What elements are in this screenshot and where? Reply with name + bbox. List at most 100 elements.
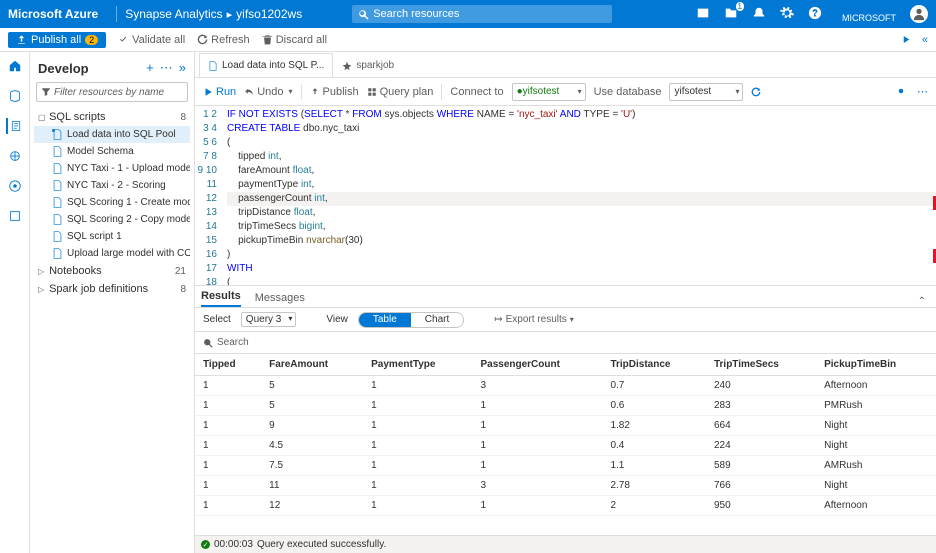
rail-develop[interactable] (6, 118, 22, 134)
export-results-button[interactable]: ↦ Export results (494, 314, 574, 325)
add-resource-button[interactable]: + (146, 60, 154, 76)
avatar[interactable] (910, 5, 928, 23)
divider (116, 6, 117, 22)
connect-label: Connect to (450, 86, 503, 98)
check-icon (118, 34, 129, 45)
sql-item-5[interactable]: SQL Scoring 2 - Copy model into mo... (34, 211, 190, 228)
refresh-button[interactable]: Refresh (197, 34, 250, 46)
table-row[interactable]: 111132.78766Night (195, 476, 936, 496)
col-header[interactable]: PickupTimeBin (816, 354, 936, 376)
sql-file-icon (52, 248, 63, 259)
group-notebooks[interactable]: ▷ Notebooks21 (34, 262, 190, 280)
table-row[interactable]: 19111.82664Night (195, 416, 936, 436)
col-header[interactable]: TripDistance (602, 354, 706, 376)
search-placeholder: Search resources (373, 8, 459, 20)
sql-item-2[interactable]: NYC Taxi - 1 - Upload model (34, 160, 190, 177)
settings-icon[interactable] (780, 6, 794, 23)
develop-sidebar: Develop + ⋯ » Filter resources by name ▢… (30, 52, 195, 553)
rail-monitor[interactable] (7, 178, 23, 194)
table-row[interactable]: 14.5110.4224Night (195, 436, 936, 456)
workspace-toolbar: Publish all 2 Validate all Refresh Disca… (0, 28, 936, 52)
help-icon[interactable] (808, 6, 822, 23)
sql-item-1[interactable]: Model Schema (34, 143, 190, 160)
table-row[interactable]: 17.5111.1589AMRush (195, 456, 936, 476)
run-all-icon[interactable] (901, 34, 912, 45)
sidebar-expand-button[interactable]: » (179, 60, 186, 76)
publish-button[interactable]: Publish (310, 86, 359, 98)
refresh-icon (197, 34, 208, 45)
status-bar: ✓ 00:00:03 Query executed successfully. (195, 535, 936, 553)
sql-scripts-tree: Load data into SQL Pool Model Schema NYC… (34, 126, 190, 262)
sql-file-icon (52, 197, 63, 208)
publish-count-badge: 2 (85, 35, 98, 45)
run-button[interactable]: Run (203, 86, 236, 98)
sql-file-icon (52, 231, 63, 242)
select-label: Select (203, 314, 231, 325)
rail-data[interactable] (7, 88, 23, 104)
status-msg: Query executed successfully. (257, 539, 386, 550)
undo-button[interactable]: Undo▾ (244, 86, 292, 98)
search-icon (203, 338, 213, 348)
collapse-results-icon[interactable]: ⌃ (918, 296, 926, 307)
results-search[interactable]: Search (195, 332, 936, 354)
sql-editor[interactable]: 1 2 3 4 5 6 7 8 9 10 11 12 13 14 15 16 1… (195, 106, 936, 286)
validate-all-button[interactable]: Validate all (118, 34, 185, 46)
sql-item-3[interactable]: NYC Taxi - 2 - Scoring (34, 177, 190, 194)
sql-file-icon (52, 146, 63, 157)
rail-manage[interactable] (7, 208, 23, 224)
discard-all-button[interactable]: Discard all (262, 34, 327, 46)
sql-item-6[interactable]: SQL script 1 (34, 228, 190, 245)
query-actionbar: Run Undo▾ Publish Query plan Connect to … (195, 78, 936, 106)
sql-file-icon (52, 163, 63, 174)
col-header[interactable]: PassengerCount (472, 354, 602, 376)
sql-file-icon (52, 129, 63, 140)
sql-file-icon (208, 61, 218, 71)
table-row[interactable]: 112112950Afternoon (195, 496, 936, 516)
sidebar-more-button[interactable]: ⋯ (160, 60, 173, 76)
col-header[interactable]: PaymentType (363, 354, 472, 376)
group-sql-scripts[interactable]: ▢ SQL scripts8 (34, 108, 190, 126)
tab-1[interactable]: sparkjob (333, 53, 403, 77)
view-segmented[interactable]: Table Chart (358, 312, 464, 328)
brand[interactable]: Microsoft Azure (8, 7, 98, 21)
db-label: Use database (594, 86, 662, 98)
breadcrumb-workspace[interactable]: yifso1202ws (236, 7, 302, 21)
table-row[interactable]: 15110.6283PMRush (195, 396, 936, 416)
tab-0[interactable]: Load data into SQL P... (199, 53, 333, 77)
rail-integrate[interactable] (7, 148, 23, 164)
spark-icon (342, 61, 352, 71)
results-tab[interactable]: Results (201, 290, 241, 307)
sql-item-0[interactable]: Load data into SQL Pool (34, 126, 190, 143)
directory-icon[interactable]: 1 (724, 6, 738, 23)
col-header[interactable]: Tipped (195, 354, 261, 376)
use-database-select[interactable]: yifsotest (669, 83, 743, 101)
account-label[interactable]: MICROSOFT (842, 6, 896, 23)
rail-home[interactable] (7, 58, 23, 74)
collapse-panel-icon[interactable]: « (922, 34, 928, 46)
cloud-shell-icon[interactable] (696, 6, 710, 23)
sql-item-4[interactable]: SQL Scoring 1 - Create model table (34, 194, 190, 211)
messages-tab[interactable]: Messages (255, 292, 305, 307)
results-table[interactable]: TippedFareAmountPaymentTypePassengerCoun… (195, 354, 936, 535)
notifications-icon[interactable] (752, 6, 766, 23)
refresh-icon (751, 87, 761, 97)
refresh-db-button[interactable] (751, 87, 761, 97)
settings-icon[interactable] (895, 85, 907, 97)
query-plan-button[interactable]: Query plan (367, 86, 434, 98)
more-icon[interactable]: ⋯ (917, 85, 928, 98)
breadcrumb-service[interactable]: Synapse Analytics (125, 7, 222, 21)
seg-table[interactable]: Table (359, 313, 411, 327)
publish-all-button[interactable]: Publish all 2 (8, 32, 106, 48)
col-header[interactable]: TripTimeSecs (706, 354, 816, 376)
seg-chart[interactable]: Chart (411, 313, 463, 327)
view-label: View (326, 314, 348, 325)
col-header[interactable]: FareAmount (261, 354, 363, 376)
group-sparkjobs[interactable]: ▷ Spark job definitions8 (34, 280, 190, 298)
table-row[interactable]: 15130.7240Afternoon (195, 376, 936, 396)
query-select[interactable]: Query 3 (241, 312, 297, 327)
sql-item-7[interactable]: Upload large model with COPY INTO (34, 245, 190, 262)
filter-input[interactable]: Filter resources by name (36, 82, 188, 102)
connect-to-select[interactable]: ● yifsotest (512, 83, 586, 101)
global-search[interactable]: Search resources (352, 5, 612, 23)
code-area[interactable]: IF NOT EXISTS (SELECT * FROM sys.objects… (223, 106, 936, 285)
